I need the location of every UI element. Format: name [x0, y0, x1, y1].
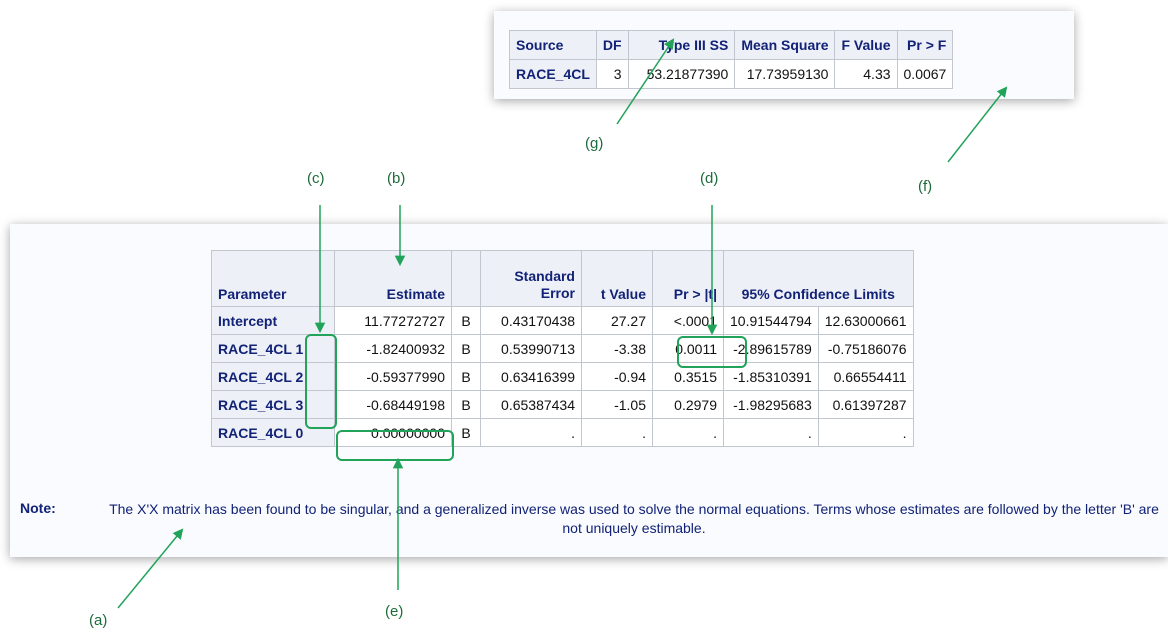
callout-e: (e)	[385, 603, 404, 620]
arrow-a	[117, 528, 184, 609]
annotation-arrows	[117, 38, 1008, 609]
callout-c: (c)	[307, 170, 325, 187]
arrow-f	[947, 86, 1008, 163]
arrow-g	[616, 38, 675, 125]
callout-b: (b)	[387, 170, 406, 187]
callout-f: (f)	[918, 178, 933, 195]
callout-g: (g)	[585, 135, 604, 152]
callout-d: (d)	[700, 170, 719, 187]
callout-a: (a)	[89, 612, 108, 629]
